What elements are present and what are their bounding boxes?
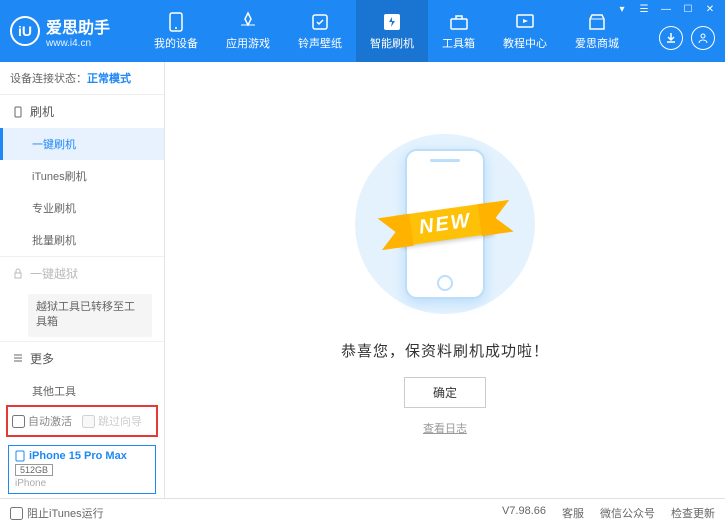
- phone-icon: [12, 106, 24, 118]
- view-log-link[interactable]: 查看日志: [423, 420, 467, 436]
- lock-icon: [12, 268, 24, 280]
- app-header: iU 爱思助手 www.i4.cn 我的设备应用游戏铃声壁纸智能刷机工具箱教程中…: [0, 0, 725, 62]
- device-icon: [165, 11, 187, 33]
- sidebar-item-其他工具[interactable]: 其他工具: [0, 375, 164, 401]
- tutorial-icon: [514, 11, 536, 33]
- device-icon: [15, 450, 25, 462]
- footer-link-wechat[interactable]: 微信公众号: [600, 505, 655, 521]
- device-type: iPhone: [15, 478, 149, 489]
- close-icon[interactable]: ✕: [703, 4, 717, 15]
- list-icon: [12, 352, 24, 364]
- store-icon: [586, 11, 608, 33]
- user-icon[interactable]: [691, 26, 715, 50]
- success-illustration: NEW: [345, 124, 545, 324]
- device-name: iPhone 15 Pro Max: [29, 450, 127, 462]
- footer-link-update[interactable]: 检查更新: [671, 505, 715, 521]
- logo-url: www.i4.cn: [46, 38, 110, 49]
- skip-guide-checkbox[interactable]: 跳过向导: [82, 413, 142, 429]
- window-controls: ▾ ☰ — ☐ ✕: [615, 4, 717, 15]
- maximize-icon[interactable]: ☐: [681, 4, 695, 15]
- nav-flash[interactable]: 智能刷机: [356, 0, 428, 62]
- main-content: NEW 恭喜您，保资料刷机成功啦！ 确定 查看日志: [165, 62, 725, 498]
- nav-device[interactable]: 我的设备: [140, 0, 212, 62]
- block-itunes-checkbox[interactable]: 阻止iTunes运行: [10, 505, 104, 521]
- success-message: 恭喜您，保资料刷机成功啦！: [341, 340, 549, 361]
- sidebar-section-flash[interactable]: 刷机: [0, 95, 164, 128]
- menu-icon[interactable]: ▾: [615, 4, 629, 15]
- nav-ringtone[interactable]: 铃声壁纸: [284, 0, 356, 62]
- logo-icon: iU: [10, 16, 40, 46]
- apps-icon: [237, 11, 259, 33]
- nav-apps[interactable]: 应用游戏: [212, 0, 284, 62]
- footer: 阻止iTunes运行 V7.98.66 客服 微信公众号 检查更新: [0, 498, 725, 527]
- sidebar-section-more[interactable]: 更多: [0, 342, 164, 375]
- toolbox-icon: [448, 11, 470, 33]
- auto-activate-checkbox[interactable]: 自动激活: [12, 413, 72, 429]
- status-label: 设备连接状态：: [10, 73, 87, 85]
- download-icon[interactable]: [659, 26, 683, 50]
- sidebar-item-专业刷机[interactable]: 专业刷机: [0, 192, 164, 224]
- connection-status: 设备连接状态：正常模式: [0, 62, 164, 95]
- nav-toolbox[interactable]: 工具箱: [428, 0, 489, 62]
- device-storage: 512GB: [15, 464, 53, 476]
- minimize-icon[interactable]: —: [659, 4, 673, 15]
- status-value: 正常模式: [87, 73, 131, 85]
- app-logo: iU 爱思助手 www.i4.cn: [10, 14, 110, 49]
- ok-button[interactable]: 确定: [404, 377, 486, 408]
- options-highlight-box: 自动激活 跳过向导: [6, 405, 158, 437]
- sidebar-section-jailbreak: 一键越狱: [0, 257, 164, 290]
- flash-icon: [381, 11, 403, 33]
- sidebar-item-iTunes刷机[interactable]: iTunes刷机: [0, 160, 164, 192]
- top-nav: 我的设备应用游戏铃声壁纸智能刷机工具箱教程中心爱思商城: [140, 0, 633, 62]
- jailbreak-note[interactable]: 越狱工具已转移至工具箱: [28, 294, 152, 337]
- ringtone-icon: [309, 11, 331, 33]
- sidebar: 设备连接状态：正常模式 刷机 一键刷机iTunes刷机专业刷机批量刷机 一键越狱…: [0, 62, 165, 498]
- footer-link-support[interactable]: 客服: [562, 505, 584, 521]
- skin-icon[interactable]: ☰: [637, 4, 651, 15]
- logo-title: 爱思助手: [46, 14, 110, 38]
- device-info[interactable]: iPhone 15 Pro Max 512GB iPhone: [8, 445, 156, 494]
- version-label: V7.98.66: [502, 505, 546, 521]
- nav-tutorial[interactable]: 教程中心: [489, 0, 561, 62]
- sidebar-item-批量刷机[interactable]: 批量刷机: [0, 224, 164, 256]
- sidebar-item-一键刷机[interactable]: 一键刷机: [0, 128, 164, 160]
